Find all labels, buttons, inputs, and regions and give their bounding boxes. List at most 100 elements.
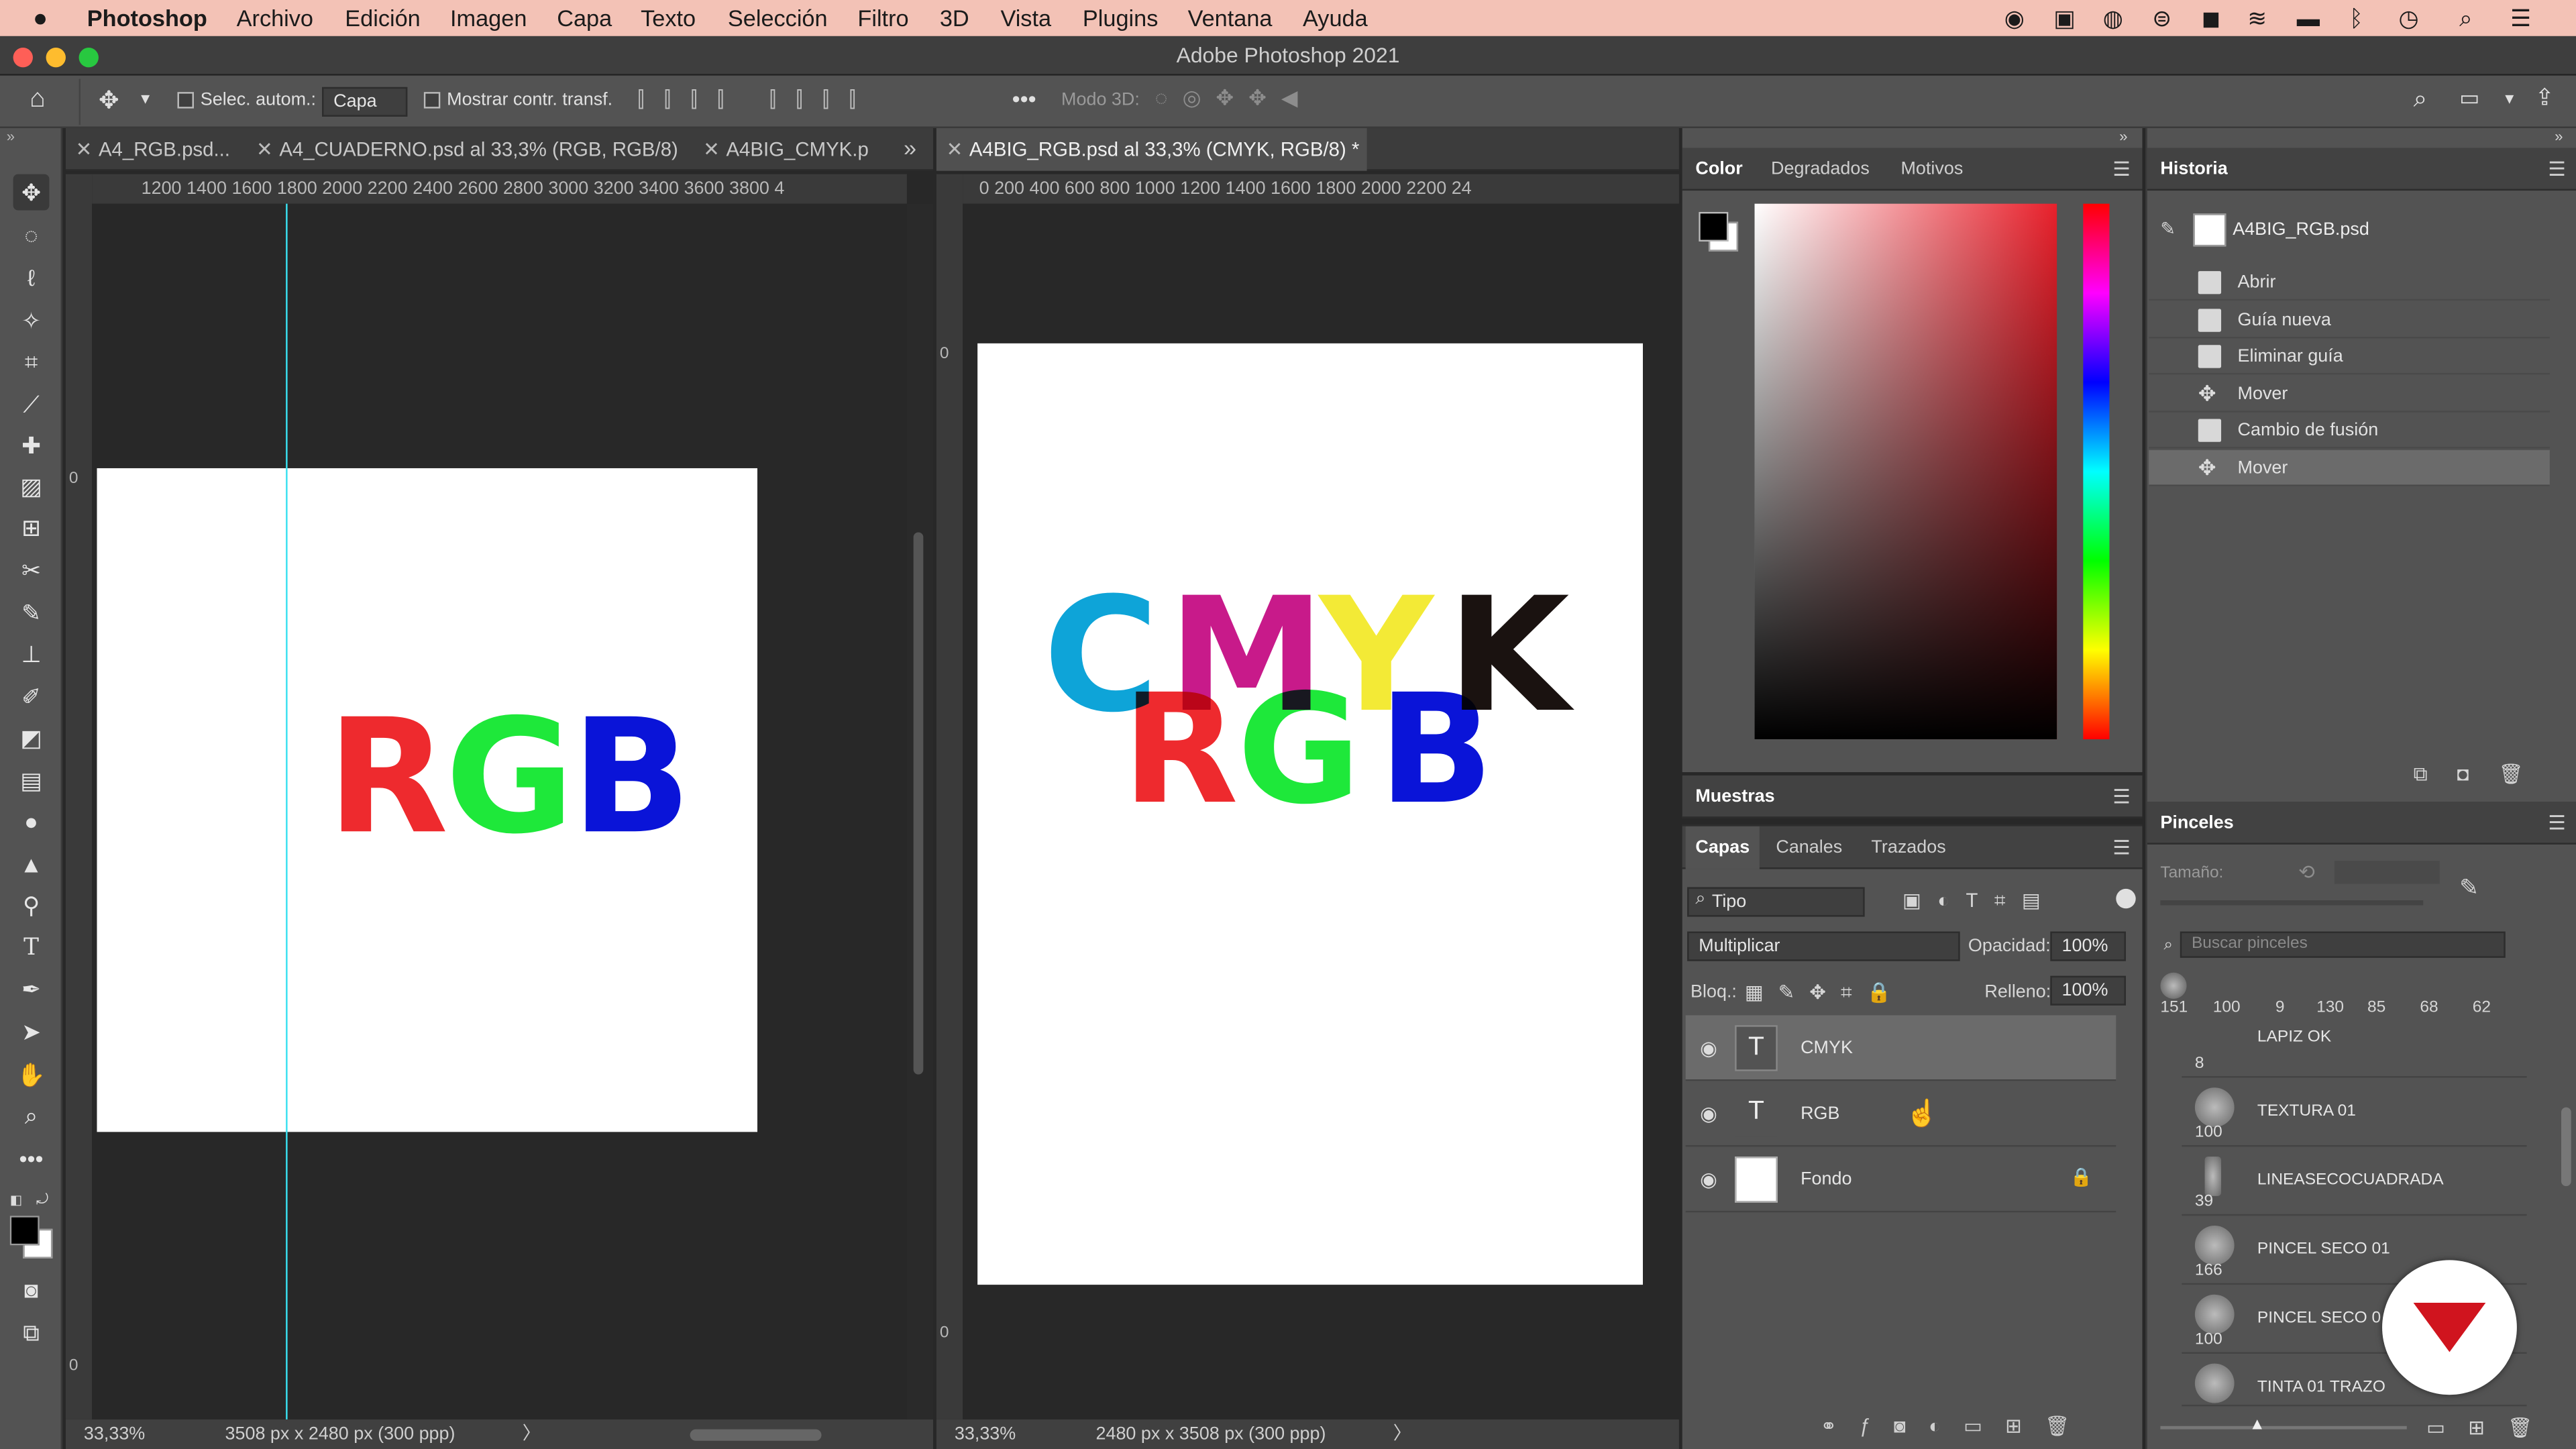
right-canvas-area[interactable]: C M Y K R G B <box>963 203 1679 1419</box>
panel-menu-icon[interactable]: ☰ <box>2548 148 2565 191</box>
menu-ayuda[interactable]: Ayuda <box>1303 5 1368 31</box>
more-tabs-icon[interactable]: » <box>904 135 916 161</box>
workspace-icon[interactable]: ▭ <box>2459 85 2479 111</box>
quick-mask-icon[interactable]: ◙ <box>13 1272 50 1308</box>
brush-item[interactable]: 39 LINEASECOCUADRADA <box>2182 1150 2527 1216</box>
tab-a4-rgb[interactable]: ✕ A4_RGB.psd... <box>66 128 243 171</box>
menu-edicion[interactable]: Edición <box>345 5 420 31</box>
menu-texto[interactable]: Texto <box>641 5 696 31</box>
collapse-icon[interactable]: » <box>2555 128 2563 144</box>
close-icon[interactable]: ✕ <box>703 128 720 171</box>
frame-tool-icon[interactable]: ⊞ <box>13 509 50 545</box>
gradient-tool-icon[interactable]: ▤ <box>13 762 50 798</box>
left-zoom-level[interactable]: 33,33% <box>84 1419 145 1449</box>
color-field[interactable] <box>1754 203 2057 740</box>
left-status-arrow[interactable]: 〉 <box>523 1419 541 1449</box>
more-tools-icon[interactable]: ••• <box>13 1140 50 1177</box>
home-icon[interactable]: ⌂ <box>30 85 46 115</box>
blend-mode-dropdown[interactable]: Multiplicar <box>1687 931 1960 961</box>
visibility-eye-icon[interactable]: ◉ <box>1697 1168 1720 1191</box>
filter-toggle[interactable] <box>2116 888 2136 909</box>
type-tool-icon[interactable]: T <box>13 930 50 966</box>
left-canvas-area[interactable]: RGB <box>92 203 907 1419</box>
dodge-tool-icon[interactable]: ⚲ <box>13 887 50 923</box>
history-item-selected[interactable]: ✥ Mover <box>2149 450 2550 486</box>
crop-tool-icon[interactable]: ⌗ <box>13 343 50 380</box>
layer-filter-icons[interactable]: ▣◐T⌗▤ <box>1902 889 2057 914</box>
bluetooth-icon[interactable]: ᛒ <box>2349 5 2363 31</box>
brush-actions[interactable]: ▭⊞🗑 <box>2426 1416 2556 1439</box>
opacity-input[interactable]: 100% <box>2050 931 2127 961</box>
history-brush-icon[interactable]: ✐ <box>13 678 50 714</box>
snapshot-name[interactable]: A4BIG_RGB.psd <box>2233 220 2369 239</box>
zoom-tool-icon[interactable]: ⌕ <box>13 1097 50 1134</box>
tab-canales[interactable]: Canales <box>1776 826 1842 869</box>
search-icon[interactable]: ⌕ <box>2459 5 2472 33</box>
menu-filtro[interactable]: Filtro <box>857 5 908 31</box>
stamp-tool-icon[interactable]: ⊥ <box>13 636 50 672</box>
marquee-tool-icon[interactable]: ◌ <box>13 217 50 253</box>
clock-icon[interactable]: ◷ <box>2399 5 2419 33</box>
brush-size-slider[interactable] <box>2160 1426 2407 1430</box>
tab-capas[interactable]: Capas <box>1685 826 1760 869</box>
swatches-title[interactable]: Muestras <box>1695 775 1774 818</box>
menu-imagen[interactable]: Imagen <box>450 5 527 31</box>
tab-color[interactable]: Color <box>1695 148 1742 191</box>
swap-colors-icon[interactable]: ⤾ <box>36 1191 48 1210</box>
move-tool-icon[interactable]: ✥ <box>99 85 119 115</box>
panel-menu-icon[interactable]: ☰ <box>2548 802 2565 845</box>
creative-cloud-icon[interactable]: ◉ <box>2004 5 2025 33</box>
sharpen-tool-icon[interactable]: ▲ <box>13 846 50 882</box>
menu-capa[interactable]: Capa <box>557 5 612 31</box>
pen-tool-icon[interactable]: ✒ <box>13 971 50 1007</box>
scissors-icon[interactable]: ✂ <box>13 552 50 588</box>
tray-icon-2[interactable]: ▣ <box>2053 5 2075 33</box>
tab-degradados[interactable]: Degradados <box>1771 148 1870 191</box>
right-zoom-level[interactable]: 33,33% <box>955 1419 1016 1449</box>
close-icon[interactable]: ✕ <box>256 128 273 171</box>
left-v-scrollbar[interactable] <box>906 203 934 1419</box>
lasso-tool-icon[interactable]: ℓ <box>13 260 50 296</box>
brush-item[interactable]: 100 TEXTURA 01 <box>2182 1081 2527 1147</box>
chevron-down-icon[interactable]: ▼ <box>2502 91 2517 107</box>
brush-item[interactable]: 8 LAPIZ OK <box>2182 1012 2527 1078</box>
brush-tool-icon[interactable]: ✎ <box>13 595 50 631</box>
reset-icon[interactable]: ⟲ <box>2298 861 2315 883</box>
history-item[interactable]: Cambio de fusión <box>2149 413 2550 449</box>
left-document-canvas[interactable]: RGB <box>97 468 757 1132</box>
show-transform-checkbox[interactable] <box>423 92 441 109</box>
layer-name[interactable]: CMYK <box>1801 1038 1853 1058</box>
slider-handle-icon[interactable]: ▲ <box>2249 1416 2265 1434</box>
layer-filter-dropdown[interactable]: Tipo <box>1687 887 1865 917</box>
wifi-icon[interactable]: ≋ <box>2247 5 2267 33</box>
menu-plugins[interactable]: Plugins <box>1083 5 1158 31</box>
foreground-color-swatch[interactable] <box>9 1216 40 1246</box>
right-document-canvas[interactable]: C M Y K R G B <box>977 343 1643 1285</box>
guide-line[interactable] <box>286 203 288 1419</box>
close-icon[interactable]: ✕ <box>76 128 93 171</box>
collapse-icon[interactable]: » <box>2119 128 2127 144</box>
layer-actions[interactable]: ⚭ƒ◙◐▭⊞🗑 <box>1820 1415 2092 1438</box>
share-icon[interactable]: ⇪ <box>2535 84 2555 112</box>
collapse-icon[interactable]: » <box>7 128 15 144</box>
healing-brush-icon[interactable]: ✚ <box>13 427 50 464</box>
menu-3d[interactable]: 3D <box>940 5 969 31</box>
eyedropper-icon[interactable]: ⟋ <box>13 386 50 423</box>
hand-tool-icon[interactable]: ✋ <box>13 1057 50 1093</box>
align-icons[interactable]: ⫿⫿⫿⫿ ⫿⫿⫿⫿ <box>637 87 875 113</box>
layer-row-fondo[interactable]: ◉ Fondo 🔒 <box>1685 1146 2116 1213</box>
brushes-scrollbar[interactable] <box>2561 1107 2571 1187</box>
left-h-scrollbar[interactable] <box>690 1429 822 1441</box>
visibility-eye-icon[interactable]: ◉ <box>1697 1036 1720 1059</box>
right-status-arrow[interactable]: 〉 <box>1393 1419 1411 1449</box>
tray-icon-5[interactable]: ◼ <box>2202 5 2220 33</box>
tab-a4big-cmyk[interactable]: ✕ A4BIG_CMYK.p <box>693 128 877 171</box>
panel-menu-icon[interactable]: ☰ <box>2112 775 2130 818</box>
close-window-button[interactable] <box>13 48 33 68</box>
fg-color-chip[interactable] <box>1699 211 1729 242</box>
panel-menu-icon[interactable]: ☰ <box>2112 148 2130 191</box>
chevron-down-icon[interactable]: ▼ <box>138 91 153 107</box>
layer-name[interactable]: Fondo <box>1801 1170 1851 1189</box>
tab-motivos[interactable]: Motivos <box>1900 148 1963 191</box>
auto-select-dropdown[interactable]: Capa <box>322 87 408 117</box>
